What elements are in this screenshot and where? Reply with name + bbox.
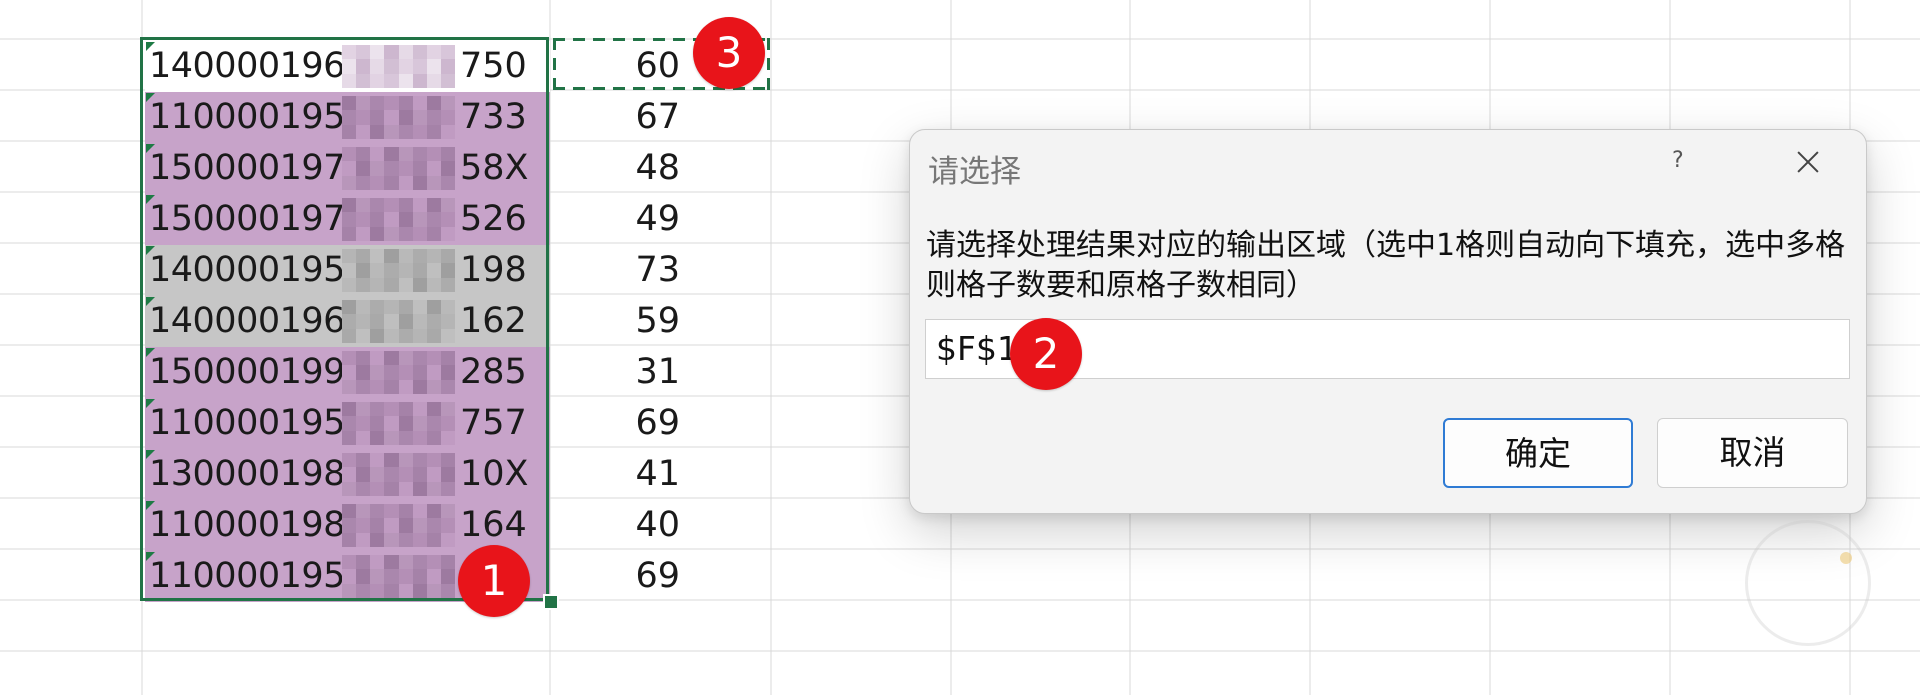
value-cell[interactable]: 31	[550, 347, 680, 398]
cancel-button[interactable]: 取消	[1657, 418, 1848, 488]
fill-handle[interactable]	[543, 594, 559, 610]
step-badge-2: 2	[1010, 318, 1082, 390]
value-cell[interactable]: 48	[550, 143, 680, 194]
ok-button[interactable]: 确定	[1443, 418, 1633, 488]
value-cell[interactable]: 69	[550, 398, 680, 449]
selected-range-border[interactable]	[140, 37, 549, 601]
value-cell[interactable]: 69	[550, 551, 680, 602]
value-cell[interactable]: 49	[550, 194, 680, 245]
watermark-logo	[1745, 520, 1871, 646]
step-badge-3: 3	[693, 17, 765, 89]
value-cell[interactable]: 41	[550, 449, 680, 500]
watermark-dot	[1840, 552, 1852, 564]
dialog-message: 请选择处理结果对应的输出区域（选中1格则自动向下填充，选中多格则格子数要和原格子…	[926, 228, 1846, 303]
value-cell[interactable]: 67	[550, 92, 680, 143]
help-icon[interactable]: ?	[1672, 148, 1684, 173]
value-cell[interactable]: 73	[550, 245, 680, 296]
value-cell[interactable]: 59	[550, 296, 680, 347]
close-icon[interactable]	[1790, 144, 1826, 180]
value-cell[interactable]: 40	[550, 500, 680, 551]
dialog-title: 请选择	[928, 154, 1021, 190]
step-badge-1: 1	[458, 545, 530, 617]
